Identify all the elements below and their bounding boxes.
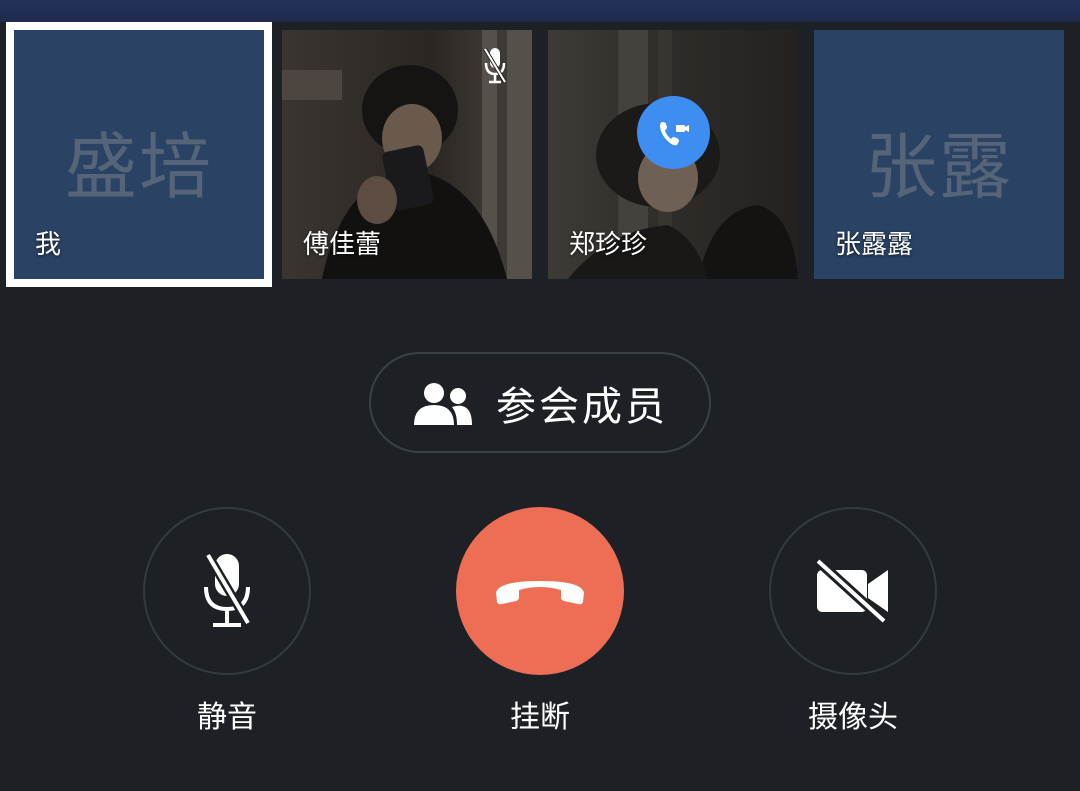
camera-label: 摄像头 xyxy=(808,700,898,735)
avatar-initials: 张露 xyxy=(864,125,1013,209)
mic-off-icon xyxy=(204,552,252,627)
participant-name: 傅佳蕾 xyxy=(303,230,382,260)
participant-tile-self[interactable]: 盛培 我 xyxy=(6,22,272,287)
mic-off-icon xyxy=(483,47,507,84)
camera-off-icon xyxy=(814,558,888,624)
video-call-screen: 盛培 我 傅佳蕾 郑珍珍 张露 张露露 参会成员 静音 挂断 摄像头 xyxy=(0,0,1080,791)
participant-tile-video[interactable]: 傅佳蕾 xyxy=(282,30,532,279)
video-call-badge xyxy=(637,96,710,169)
mute-button[interactable] xyxy=(143,507,311,675)
camera-button[interactable] xyxy=(769,507,937,675)
participant-tile-avatar[interactable]: 张露 张露露 xyxy=(814,30,1064,279)
mute-label: 静音 xyxy=(197,700,257,735)
phone-video-icon xyxy=(659,121,689,145)
hangup-label: 挂断 xyxy=(510,700,570,735)
members-button[interactable]: 参会成员 xyxy=(369,352,711,453)
participant-tile-video[interactable]: 郑珍珍 xyxy=(548,30,798,279)
members-button-label: 参会成员 xyxy=(496,383,668,430)
participant-name: 张露露 xyxy=(835,230,914,260)
participant-name: 郑珍珍 xyxy=(569,230,648,260)
status-bar xyxy=(0,0,1080,22)
phone-hangup-icon xyxy=(496,581,584,605)
people-icon xyxy=(414,382,472,425)
hangup-button[interactable] xyxy=(456,507,624,675)
avatar-initials: 盛培 xyxy=(64,125,213,209)
participant-name: 我 xyxy=(35,230,62,260)
